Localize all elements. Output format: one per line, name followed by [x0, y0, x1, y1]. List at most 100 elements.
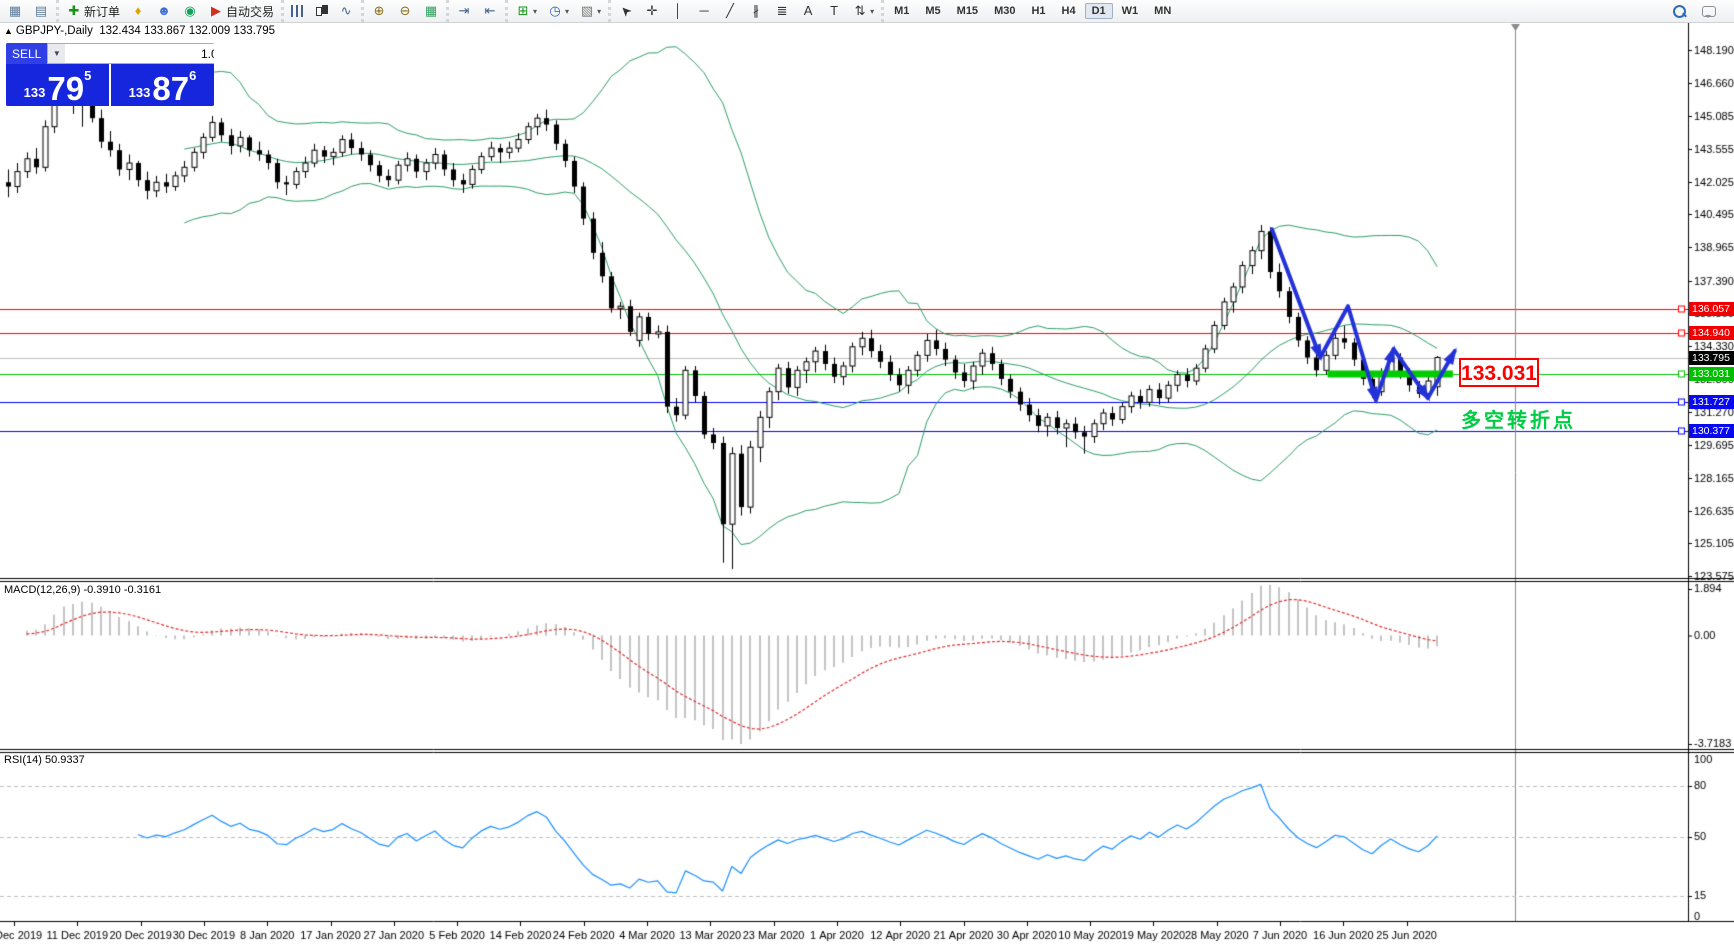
periods-button[interactable]: ◷ ▾ — [543, 1, 573, 21]
trendline-button[interactable]: ╱ — [718, 1, 742, 21]
chart-shift-icon: ⇤ — [484, 3, 496, 18]
fibonacci-button[interactable]: ≣ — [770, 1, 794, 21]
fibonacci-icon: ≣ — [776, 3, 788, 18]
volume-input[interactable] — [65, 44, 214, 63]
signals-button[interactable]: ◉ — [178, 1, 202, 21]
new-order-icon: ✚ — [68, 3, 80, 18]
new-order-label: 新订单 — [84, 4, 121, 19]
arrows-caret-icon[interactable]: ▾ — [870, 7, 874, 16]
tile-windows-icon: ▦ — [424, 3, 438, 18]
indicators-icon: ⊞ — [517, 3, 529, 18]
text-button[interactable]: A — [796, 1, 820, 21]
signals-icon: ◉ — [184, 3, 196, 18]
cursor-button[interactable]: ➤ — [614, 1, 638, 21]
timeframe-m15[interactable]: M15 — [950, 3, 985, 19]
auto-scroll-button[interactable]: ⇥ — [452, 1, 476, 21]
timeframe-d1[interactable]: D1 — [1084, 3, 1113, 19]
toolbar-right — [1665, 1, 1734, 21]
autotrade-label: 自动交易 — [226, 4, 275, 19]
crosshair-button[interactable]: ✛ — [640, 1, 664, 21]
sell-price-base: 133 — [23, 85, 46, 100]
toolbar-group: ∿ — [281, 0, 361, 22]
new-order-button[interactable]: ✚ 新订单 — [62, 1, 124, 21]
community-icon: ☻ — [157, 3, 171, 18]
horizontal-line-button[interactable]: ─ — [692, 1, 716, 21]
toolbar-group: ⊞ ▾ ◷ ▾ ▧ ▾ — [505, 0, 608, 22]
new-chart-button[interactable]: ▦ — [3, 1, 27, 21]
oneclick-collapse-icon[interactable]: ▲ — [4, 26, 13, 36]
timeframe-w1[interactable]: W1 — [1115, 3, 1146, 19]
search-icon — [1673, 4, 1686, 18]
search-button[interactable] — [1666, 1, 1693, 21]
text-label-icon: T — [830, 3, 839, 18]
toolbar-group: ⊕ ⊖ ▦ — [361, 0, 446, 22]
autotrade-icon: ▶ — [211, 3, 222, 18]
symbol-name: GBPJPY-,Daily — [15, 25, 93, 37]
text-icon: A — [803, 3, 813, 18]
periods-caret-icon[interactable]: ▾ — [565, 7, 569, 16]
buy-price-big: 87 — [152, 69, 190, 106]
timeframe-h1[interactable]: H1 — [1024, 3, 1052, 19]
timeframe-m1[interactable]: M1 — [887, 3, 916, 19]
zoom-in-button[interactable]: ⊕ — [367, 1, 391, 21]
one-click-trading-panel: SELL ▼ ▲ BUY 133 79 5 133 87 6 — [6, 43, 214, 106]
chart-candles-button[interactable] — [310, 1, 332, 21]
one-click-top-row: SELL ▼ ▲ BUY — [6, 43, 214, 64]
community-button[interactable]: ☻ — [152, 1, 176, 21]
new-chart-icon: ▦ — [8, 3, 22, 18]
buy-price-pip: 6 — [189, 68, 197, 83]
chart-line-icon: ∿ — [340, 3, 352, 18]
chat-button[interactable] — [1695, 1, 1723, 21]
turning-point-annotation: 多空转折点 — [1461, 410, 1576, 432]
templates-button[interactable]: ▧ ▾ — [575, 1, 605, 21]
periods-icon: ◷ — [549, 3, 561, 18]
arrows-button[interactable]: ⇅ ▾ — [848, 1, 878, 21]
chart-line-button[interactable]: ∿ — [334, 1, 358, 21]
chat-icon — [1702, 5, 1716, 18]
horizontal-line-icon: ─ — [699, 3, 709, 18]
tile-windows-button[interactable]: ▦ — [419, 1, 443, 21]
channel-button[interactable]: ∦ — [744, 1, 768, 21]
chart-bars-button[interactable] — [287, 1, 308, 21]
crosshair-icon: ✛ — [646, 3, 658, 18]
price-tag-133.031: 133.031 — [1689, 367, 1734, 381]
vps-button[interactable]: ♦ — [126, 1, 150, 21]
text-label-button[interactable]: T — [822, 1, 846, 21]
sell-price[interactable]: 133 79 5 — [6, 64, 111, 106]
zoom-in-icon: ⊕ — [373, 3, 385, 18]
price-tag-133.795: 133.795 — [1689, 351, 1734, 365]
price-tag-134.940: 134.940 — [1689, 326, 1734, 340]
volume-stepper: ▼ ▲ — [47, 43, 214, 64]
indicators-caret-icon[interactable]: ▾ — [533, 7, 537, 16]
price-tag-131.727: 131.727 — [1689, 395, 1734, 409]
cursor-icon: ➤ — [616, 2, 635, 21]
sell-button[interactable]: SELL — [6, 43, 48, 64]
chart-canvas[interactable] — [0, 0, 1734, 947]
volume-decrease-button[interactable]: ▼ — [48, 44, 66, 63]
zoom-out-button[interactable]: ⊖ — [393, 1, 417, 21]
channel-icon: ∦ — [752, 3, 760, 18]
chart-shift-button[interactable]: ⇤ — [478, 1, 502, 21]
mt4-window: ▦ ▤ ✚ 新订单 ♦ ☻ ◉ ▶ 自动交易 ∿ ⊕ ⊖ ▦ ⇥ ⇤ ⊞ ▾ ◷ ▾ ▧ ▾ ➤ ✛ │ ─ ╱ ∦ ≣ A T ⇅ ▾ M1 M… — [0, 0, 1734, 947]
autotrade-button[interactable]: ▶ 自动交易 — [204, 1, 278, 21]
timeframe-m30[interactable]: M30 — [987, 3, 1022, 19]
zoom-out-icon: ⊖ — [399, 3, 411, 18]
templates-caret-icon[interactable]: ▾ — [597, 7, 601, 16]
rsi-indicator-label: RSI(14) 50.9337 — [4, 754, 85, 766]
vps-icon: ♦ — [134, 3, 142, 18]
indicators-button[interactable]: ⊞ ▾ — [511, 1, 541, 21]
vertical-line-button[interactable]: │ — [666, 1, 690, 21]
buy-price[interactable]: 133 87 6 — [111, 64, 214, 106]
macd-indicator-label: MACD(12,26,9) -0.3910 -0.3161 — [4, 584, 162, 596]
toolbar-group: ⇥ ⇤ — [446, 0, 505, 22]
buy-price-base: 133 — [128, 85, 151, 100]
timeframe-mn[interactable]: MN — [1147, 3, 1178, 19]
arrows-icon: ⇅ — [854, 3, 866, 18]
timeframe-m5[interactable]: M5 — [918, 3, 947, 19]
profiles-button[interactable]: ▤ — [29, 1, 53, 21]
timeframe-h4[interactable]: H4 — [1055, 3, 1083, 19]
templates-icon: ▧ — [580, 3, 594, 18]
toolbar: ▦ ▤ ✚ 新订单 ♦ ☻ ◉ ▶ 自动交易 ∿ ⊕ ⊖ ▦ ⇥ ⇤ ⊞ ▾ ◷ ▾ ▧ ▾ ➤ ✛ │ ─ ╱ ∦ ≣ A T ⇅ ▾ M1 M… — [0, 0, 1734, 23]
price-level-annotation: 133.031 — [1459, 358, 1539, 387]
toolbar-group: ▦ ▤ — [0, 0, 56, 22]
